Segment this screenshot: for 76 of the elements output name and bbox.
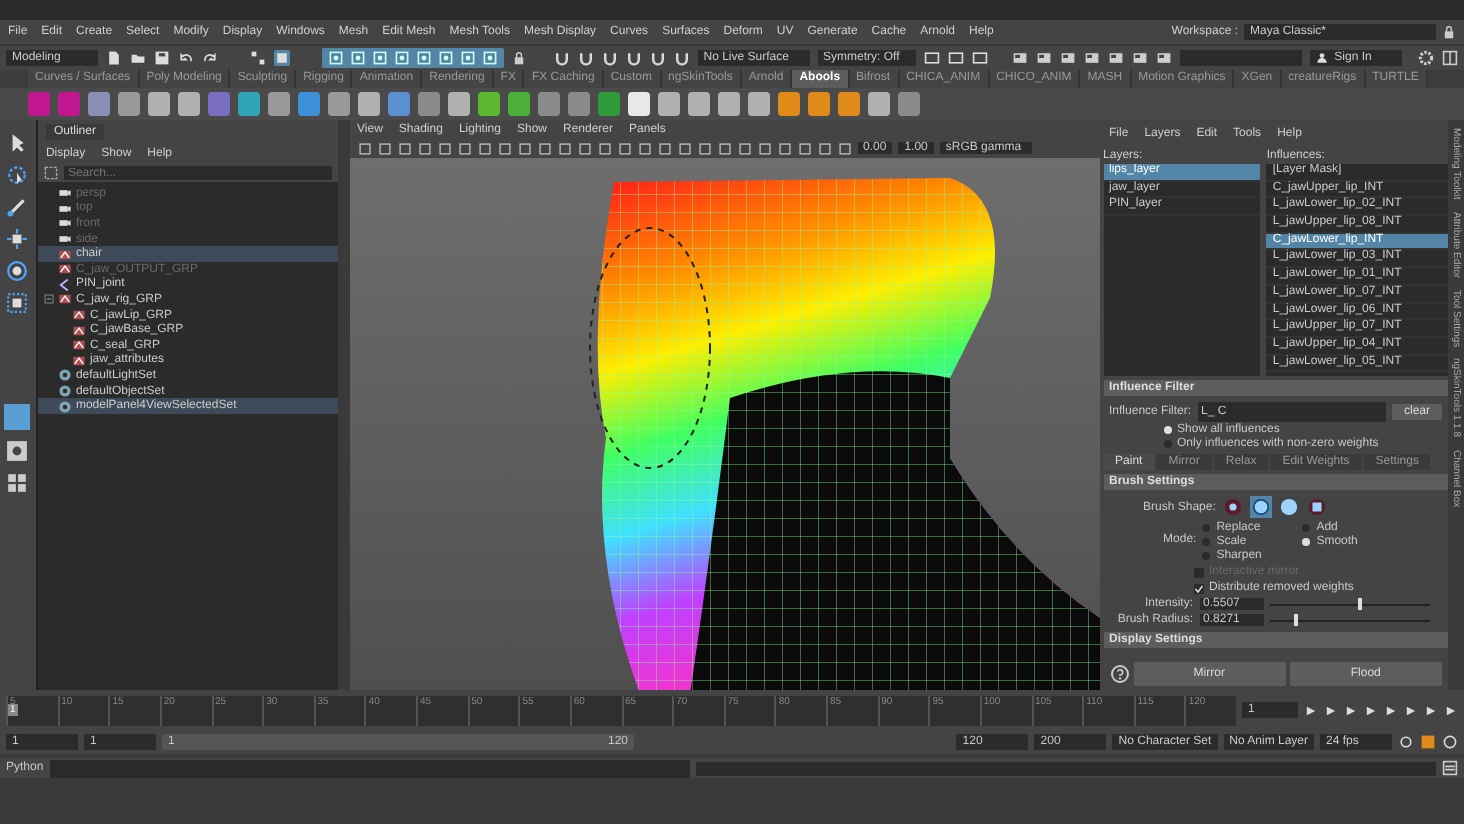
lock-icon[interactable] [1442,24,1456,40]
four-pane-layout-icon[interactable] [6,472,29,494]
shelf-tool-icon[interactable] [808,92,830,116]
shelf-tool-icon[interactable] [748,92,770,116]
shelf-tool-icon[interactable] [778,92,800,116]
ring-brush-icon [1251,498,1270,516]
undo-icon[interactable] [177,50,194,66]
settings-icon[interactable] [1417,50,1434,66]
snap-icon[interactable] [481,50,498,66]
snap-icon[interactable] [415,50,432,66]
layout-icon[interactable] [6,440,29,462]
shelf-tool-icon[interactable] [118,92,140,116]
shelf-tool-icon[interactable] [688,92,710,116]
lasso-tool-icon[interactable] [6,164,29,186]
render-icon[interactable] [1084,50,1101,66]
preferences-icon[interactable] [1442,734,1458,750]
snap-icon[interactable] [459,50,476,66]
new-scene-icon[interactable] [105,50,122,66]
snap-icon[interactable] [327,50,344,66]
render-icon[interactable] [1132,50,1149,66]
shelf-tool-icon[interactable] [148,92,170,116]
shelf-tool-icon[interactable] [178,92,200,116]
shelf-tool-icon[interactable] [448,92,470,116]
brush-shape-button[interactable] [1305,496,1328,518]
shelf-tool-icon[interactable] [88,92,110,116]
lock-icon[interactable] [511,50,526,66]
key-icon[interactable] [1420,734,1436,750]
script-editor-icon[interactable] [1442,760,1458,776]
shelf-tool-icon[interactable] [658,92,680,116]
snap-icon[interactable] [371,50,388,66]
joint-icon [57,277,72,292]
selection-mask-icon[interactable] [249,50,266,66]
shelf-tool-icon[interactable] [718,92,740,116]
command-line-field[interactable] [49,759,690,777]
snap-icon[interactable] [393,50,410,66]
help-icon[interactable] [1109,664,1130,684]
snap-tool-icon[interactable] [273,50,290,66]
shelf-tool-icon[interactable] [508,92,530,116]
render-icon[interactable] [1012,50,1029,66]
layout-icon[interactable] [1441,50,1458,66]
check-icon [1193,583,1204,593]
shelf-tool-icon[interactable] [478,92,500,116]
slider-thumb[interactable] [1294,614,1299,626]
shelf-tool-icon[interactable] [358,92,380,116]
command-input-field[interactable] [1180,50,1303,66]
paint-tool-icon[interactable] [6,196,29,218]
dot-brush-icon [1223,498,1242,516]
shelf-tool-icon[interactable] [868,92,890,116]
shelf-tool-icon[interactable] [238,92,260,116]
move-tool-icon[interactable] [6,228,29,250]
expand-toggle-icon[interactable] [43,294,54,305]
rotate-tool-icon[interactable] [6,260,29,282]
brush-shape-button[interactable] [1249,496,1272,518]
render-icon[interactable] [1156,50,1173,66]
render-icon[interactable] [1036,50,1053,66]
brush-shape-button[interactable] [1221,496,1244,518]
filter-icon[interactable] [43,166,58,180]
snap-icon[interactable] [349,50,366,66]
render-icon[interactable] [1060,50,1077,66]
square-brush-icon [1307,498,1326,516]
disc-brush-icon [1279,498,1298,516]
shelf-tool-icon[interactable] [838,92,860,116]
last-tool-swatch[interactable] [4,404,31,430]
save-icon[interactable] [153,50,170,66]
shelf-tool-icon[interactable] [628,92,650,116]
redo-icon[interactable] [201,50,218,66]
user-icon [1316,52,1329,64]
render-icon[interactable] [1108,50,1125,66]
snap-icon[interactable] [437,50,454,66]
brush-shape-button[interactable] [1277,496,1300,518]
open-folder-icon[interactable] [129,50,146,66]
scale-tool-icon[interactable] [6,292,29,314]
loop-icon[interactable] [1398,734,1414,750]
slider-thumb[interactable] [1357,598,1362,610]
shelf-tool-icon[interactable] [268,92,290,116]
shelf-tool-icon[interactable] [328,92,350,116]
